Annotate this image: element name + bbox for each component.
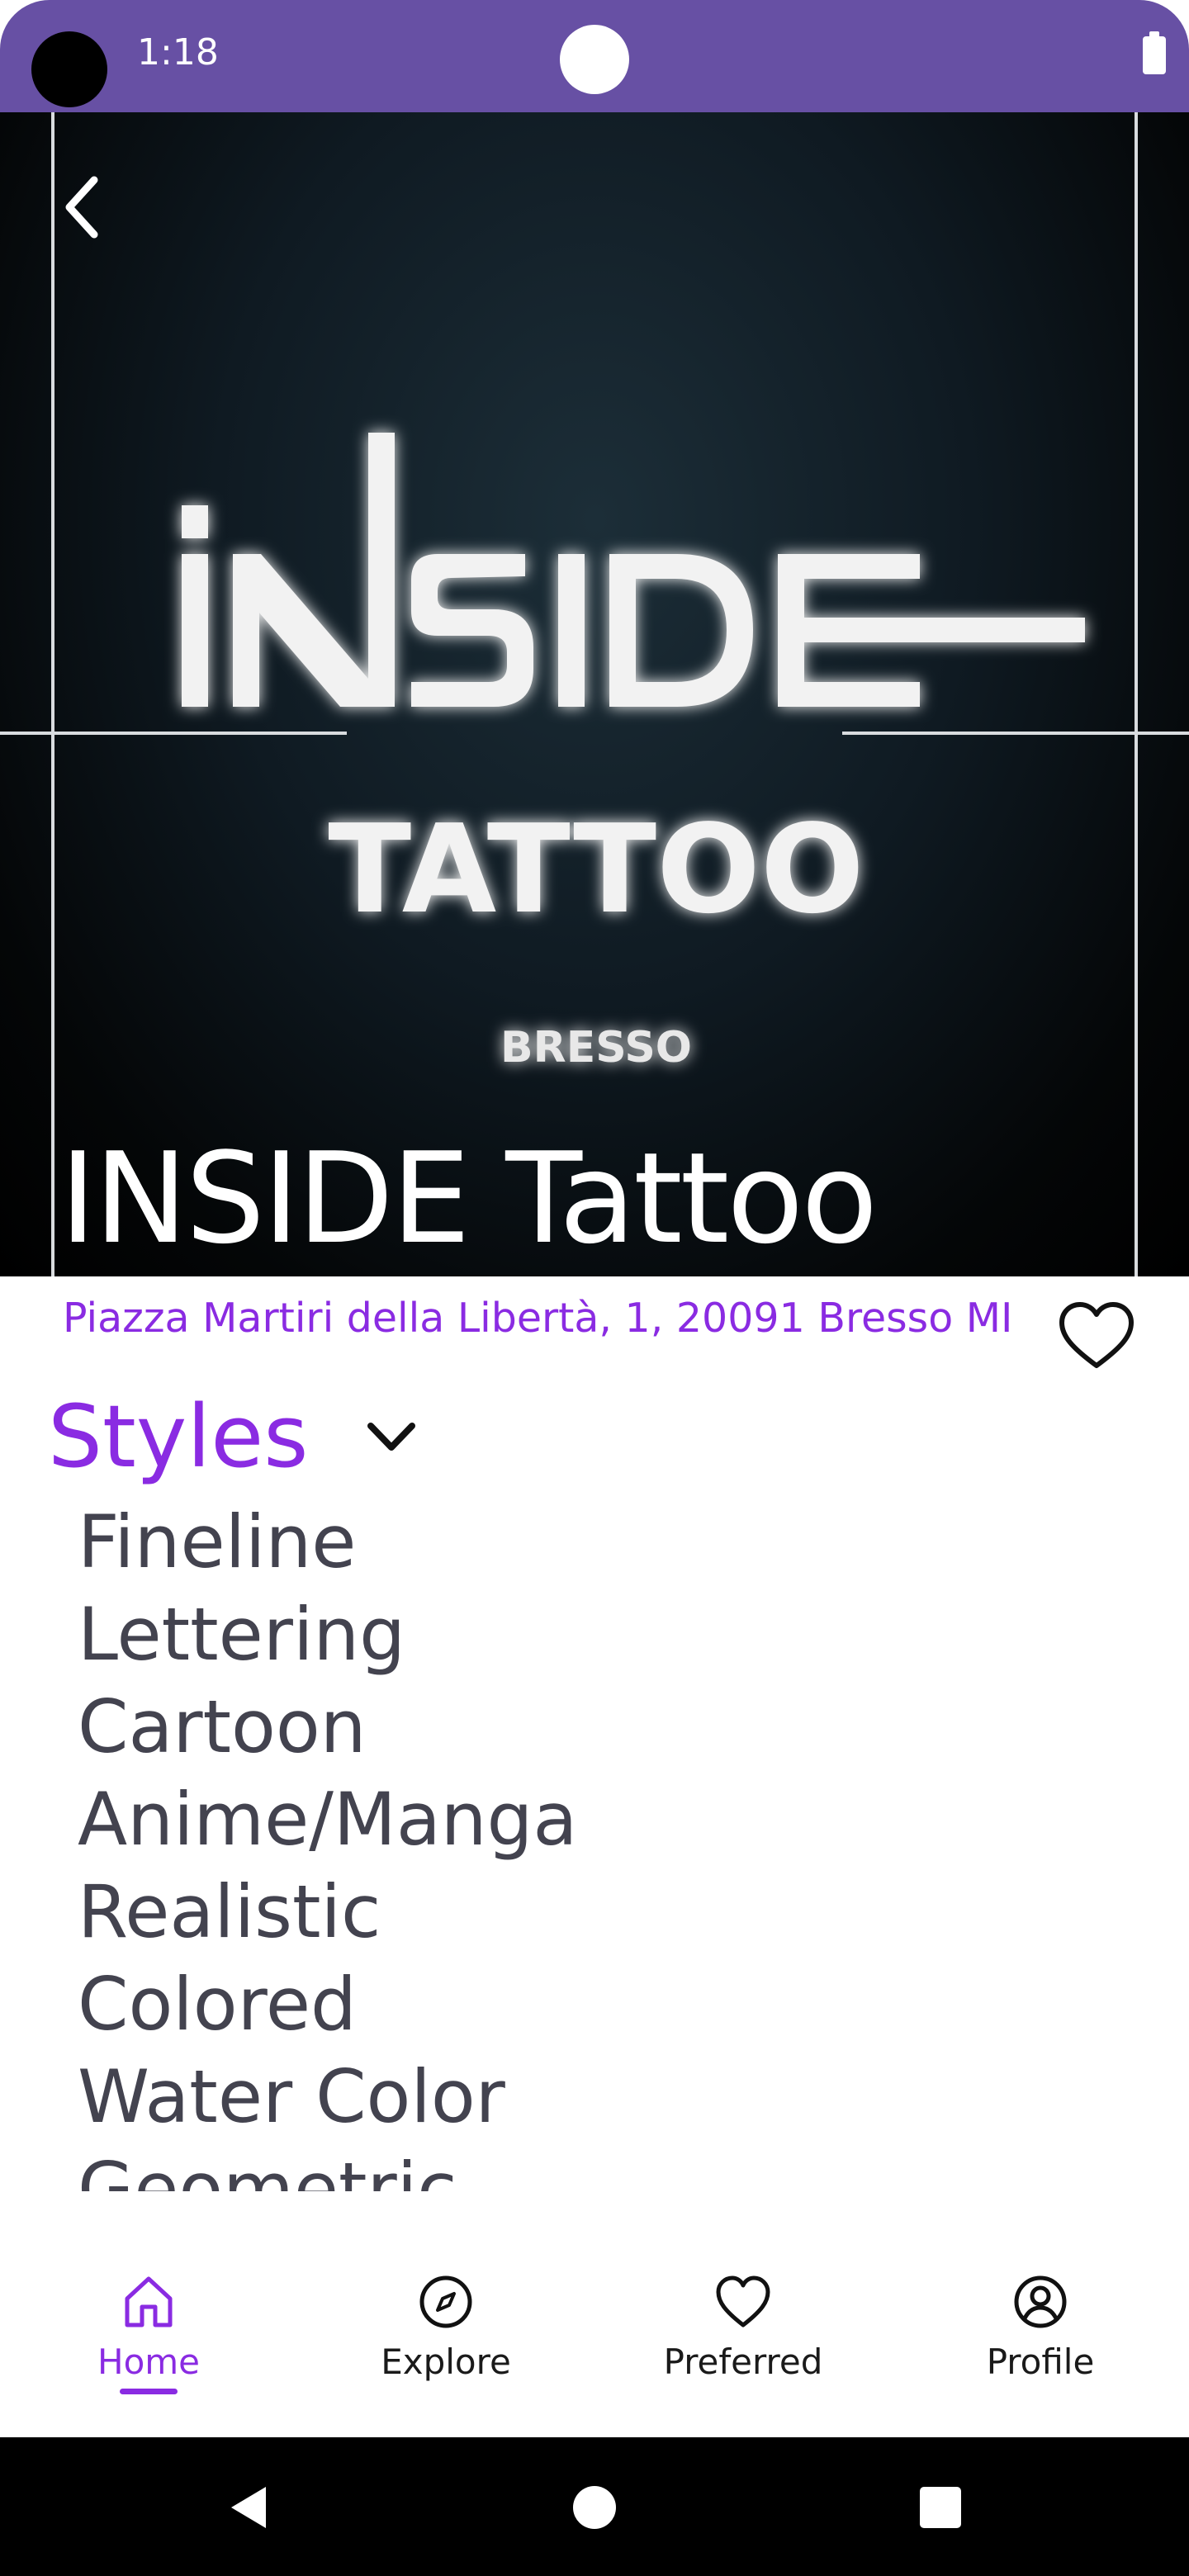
shop-address[interactable]: Piazza Martiri della Libertà, 1, 20091 B… [63,1295,1013,1342]
status-time: 1:18 [137,31,219,73]
nav-explore[interactable]: Explore [347,2272,545,2421]
bottom-navigation: Home Explore Preferred Profile [0,2239,1189,2437]
hero-image: TATTOO BRESSO INSIDE Tattoo [0,112,1189,1276]
nav-home[interactable]: Home [50,2272,248,2421]
nav-profile[interactable]: Profile [941,2272,1139,2421]
chevron-down-icon[interactable] [362,1408,420,1466]
nav-home-label: Home [97,2342,201,2382]
styles-list: Fineline Lettering Cartoon Anime/Manga R… [78,1496,1151,2191]
style-item: Water Color [78,2054,505,2139]
shop-logo: TATTOO BRESSO [182,433,1085,1073]
style-item: Geometric [78,2147,457,2191]
status-indicator-dot [560,25,629,94]
back-button[interactable] [53,170,111,244]
camera-cutout [31,31,107,107]
status-bar: 1:18 [0,0,1189,112]
system-back-icon[interactable] [220,2479,277,2536]
style-item: Lettering [78,1592,406,1677]
home-icon [125,2276,173,2327]
style-item: Realistic [78,1869,381,1954]
nav-profile-label: Profile [986,2342,1095,2382]
nav-preferred[interactable]: Preferred [644,2272,842,2421]
compass-icon [419,2275,472,2328]
styles-title: Styles [48,1386,309,1487]
styles-header[interactable]: Styles [48,1386,420,1487]
system-home-icon[interactable] [566,2479,623,2536]
logo-line-tattoo: TATTOO [328,798,864,940]
nav-explore-label: Explore [381,2342,511,2382]
logo-line-bresso: BRESSO [500,1023,692,1073]
style-item: Fineline [78,1499,357,1584]
active-tab-indicator [120,2389,178,2394]
style-item: Cartoon [78,1684,367,1769]
heart-icon [716,2275,770,2327]
system-recents-icon[interactable] [912,2479,969,2536]
style-item: Colored [78,1962,357,2047]
user-circle-icon [1014,2275,1067,2328]
favorite-button[interactable] [1057,1300,1136,1374]
system-navigation-bar [0,2437,1189,2576]
style-item: Anime/Manga [78,1777,578,1862]
nav-preferred-label: Preferred [663,2342,823,2382]
shop-title: INSIDE Tattoo [59,1125,878,1271]
battery-icon [1143,31,1166,74]
